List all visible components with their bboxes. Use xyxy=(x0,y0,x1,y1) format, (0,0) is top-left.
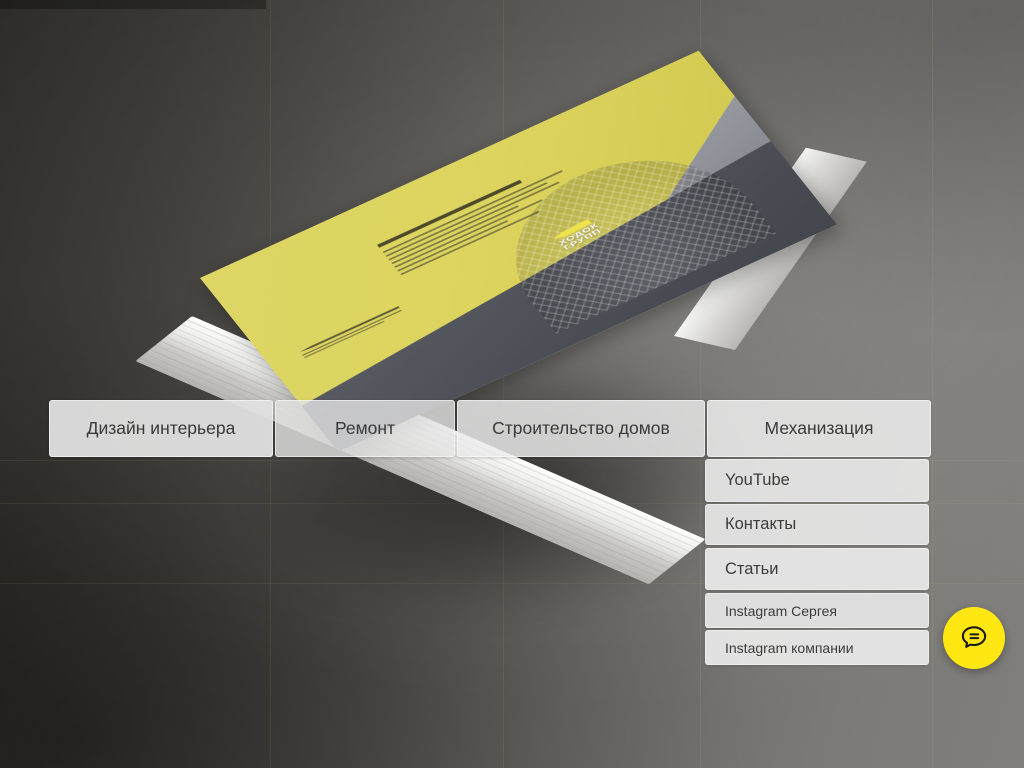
nav-item-label: Механизация xyxy=(764,418,874,438)
dropdown-item-contacts[interactable]: Контакты xyxy=(705,504,929,545)
dropdown-item-articles[interactable]: Статьи xyxy=(705,548,929,590)
dropdown-item-label: Instagram компании xyxy=(725,639,854,656)
main-navigation: Дизайн интерьера Ремонт Строительство до… xyxy=(49,400,931,457)
dropdown-item-instagram-company[interactable]: Instagram компании xyxy=(705,630,929,665)
nav-item-label: Строительство домов xyxy=(492,418,670,438)
chat-button[interactable] xyxy=(943,607,1005,669)
page-canvas: ХОДОК ГРУПП Дизайн интерьера Ремонт Стро… xyxy=(0,0,1024,768)
background-grid-line-vertical xyxy=(932,0,933,768)
background-top-band xyxy=(0,0,266,9)
dropdown-item-label: Статьи xyxy=(725,559,779,578)
dropdown-item-label: YouTube xyxy=(725,471,790,489)
nav-item-mechanization[interactable]: Механизация xyxy=(707,400,931,457)
nav-item-label: Ремонт xyxy=(334,418,396,438)
nav-item-label: Дизайн интерьера xyxy=(86,418,236,438)
nav-item-interior-design[interactable]: Дизайн интерьера xyxy=(49,400,273,457)
nav-item-repair[interactable]: Ремонт xyxy=(275,400,455,457)
chat-bubble-icon xyxy=(961,626,987,648)
nav-dropdown-menu: YouTube Контакты Статьи Instagram Сергея… xyxy=(705,459,929,665)
dropdown-item-youtube[interactable]: YouTube xyxy=(705,459,929,502)
dropdown-item-instagram-sergey[interactable]: Instagram Сергея xyxy=(705,593,929,628)
dropdown-item-label: Контакты xyxy=(725,515,797,533)
nav-item-house-construction[interactable]: Строительство домов xyxy=(457,400,705,457)
dropdown-item-label: Instagram Сергея xyxy=(725,602,837,619)
